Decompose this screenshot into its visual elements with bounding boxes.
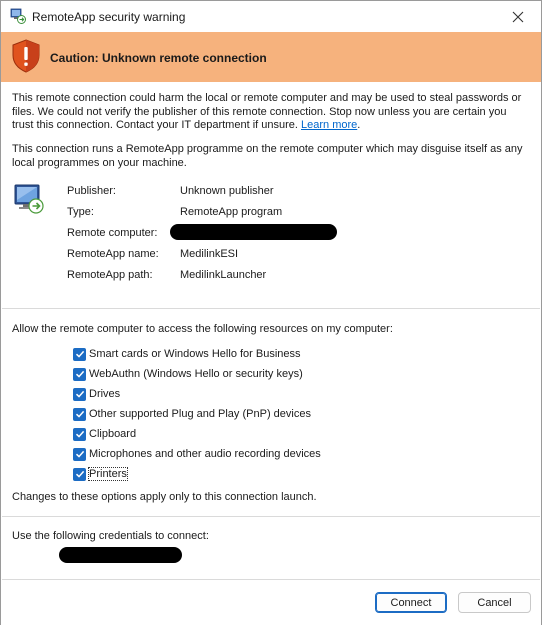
checkbox-smart-cards[interactable]: Smart cards or Windows Hello for Busines… [73,347,301,361]
remote-computer-label: Remote computer: [67,227,158,239]
close-button[interactable] [495,1,541,32]
checkmark-icon [75,410,84,418]
publisher-label: Publisher: [67,185,116,197]
detail-remoteapp-name: RemoteApp name: MedilinkESI [67,248,397,262]
checkbox-microphones[interactable]: Microphones and other audio recording de… [73,447,321,461]
checkbox-label: Smart cards or Windows Hello for Busines… [89,348,301,360]
type-value: RemoteApp program [180,206,283,218]
remoteapp-name-label: RemoteApp name: [67,248,159,260]
checkbox[interactable] [73,427,86,441]
checkbox[interactable] [73,447,86,461]
checkbox-label: Drives [89,388,121,400]
detail-remoteapp-path: RemoteApp path: MedilinkLauncher [67,269,397,283]
redaction-remote-computer [170,224,337,240]
close-icon [512,11,524,22]
warning-line-3-suffix: . [357,119,361,131]
checkbox-drives[interactable]: Drives [73,387,120,401]
checkbox-label: Clipboard [89,428,137,440]
banner-title: Caution: Unknown remote connection [50,51,267,65]
title-bar: RemoteApp security warning [1,1,541,32]
remoteapp-path-label: RemoteApp path: [67,269,153,281]
checkmark-icon [75,370,84,378]
warning-text: This remote connection could harm the lo… [12,92,521,133]
warning-shield-icon [12,39,40,73]
type-label: Type: [67,206,94,218]
checkbox[interactable] [73,407,86,421]
checkmark-icon [75,470,84,478]
window-title: RemoteApp security warning [32,10,186,24]
warning-banner: Caution: Unknown remote connection [1,32,541,82]
divider-middle [2,516,540,517]
warning-line-2: files. We could not verify the publisher… [12,105,507,118]
warning-line-1: This remote connection could harm the lo… [12,92,522,104]
publisher-value: Unknown publisher [180,185,274,197]
remote-computer-icon [14,184,44,214]
remoteapp-name-value: MedilinkESI [180,248,239,260]
connect-button[interactable]: Connect [375,592,447,613]
checkbox-label: WebAuthn (Windows Hello or security keys… [89,368,303,380]
remoteapp-icon [10,8,26,24]
detail-publisher: Publisher: Unknown publisher [67,185,397,199]
detail-type: Type: RemoteApp program [67,206,397,220]
remoteapp-path-value: MedilinkLauncher [180,269,267,281]
credentials-heading: Use the following credentials to connect… [12,530,209,542]
learn-more-link[interactable]: Learn more [301,119,357,131]
warning-line-3: trust this connection. Contact your IT d… [12,119,521,133]
checkbox-pnp-devices[interactable]: Other supported Plug and Play (PnP) devi… [73,407,311,421]
info-line-1: This connection runs a RemoteApp program… [12,143,523,155]
warning-line-3-text: trust this connection. Contact your IT d… [12,119,301,131]
checkmark-icon [75,350,84,358]
info-text: This connection runs a RemoteApp program… [12,143,523,170]
checkbox-label: Other supported Plug and Play (PnP) devi… [89,408,311,420]
checkbox-label: Printers [88,467,128,481]
dialog-footer: Connect Cancel [1,580,541,625]
checkbox[interactable] [73,467,86,481]
cancel-button[interactable]: Cancel [458,592,531,613]
checkbox[interactable] [73,347,86,361]
remoteapp-security-dialog: RemoteApp security warning Caution: Unkn… [0,0,542,625]
checkmark-icon [75,430,84,438]
checkmark-icon [75,450,84,458]
checkbox-printers[interactable]: Printers [73,467,128,481]
checkbox[interactable] [73,387,86,401]
checkmark-icon [75,390,84,398]
options-note: Changes to these options apply only to t… [12,491,317,503]
divider-top [2,308,540,309]
redaction-credentials [59,547,182,563]
info-line-2: local programmes on your machine. [12,156,187,169]
checkbox[interactable] [73,367,86,381]
checkbox-clipboard[interactable]: Clipboard [73,427,136,441]
checkbox-webauthn[interactable]: WebAuthn (Windows Hello or security keys… [73,367,303,381]
resources-heading: Allow the remote computer to access the … [12,323,393,335]
checkbox-label: Microphones and other audio recording de… [89,448,321,460]
